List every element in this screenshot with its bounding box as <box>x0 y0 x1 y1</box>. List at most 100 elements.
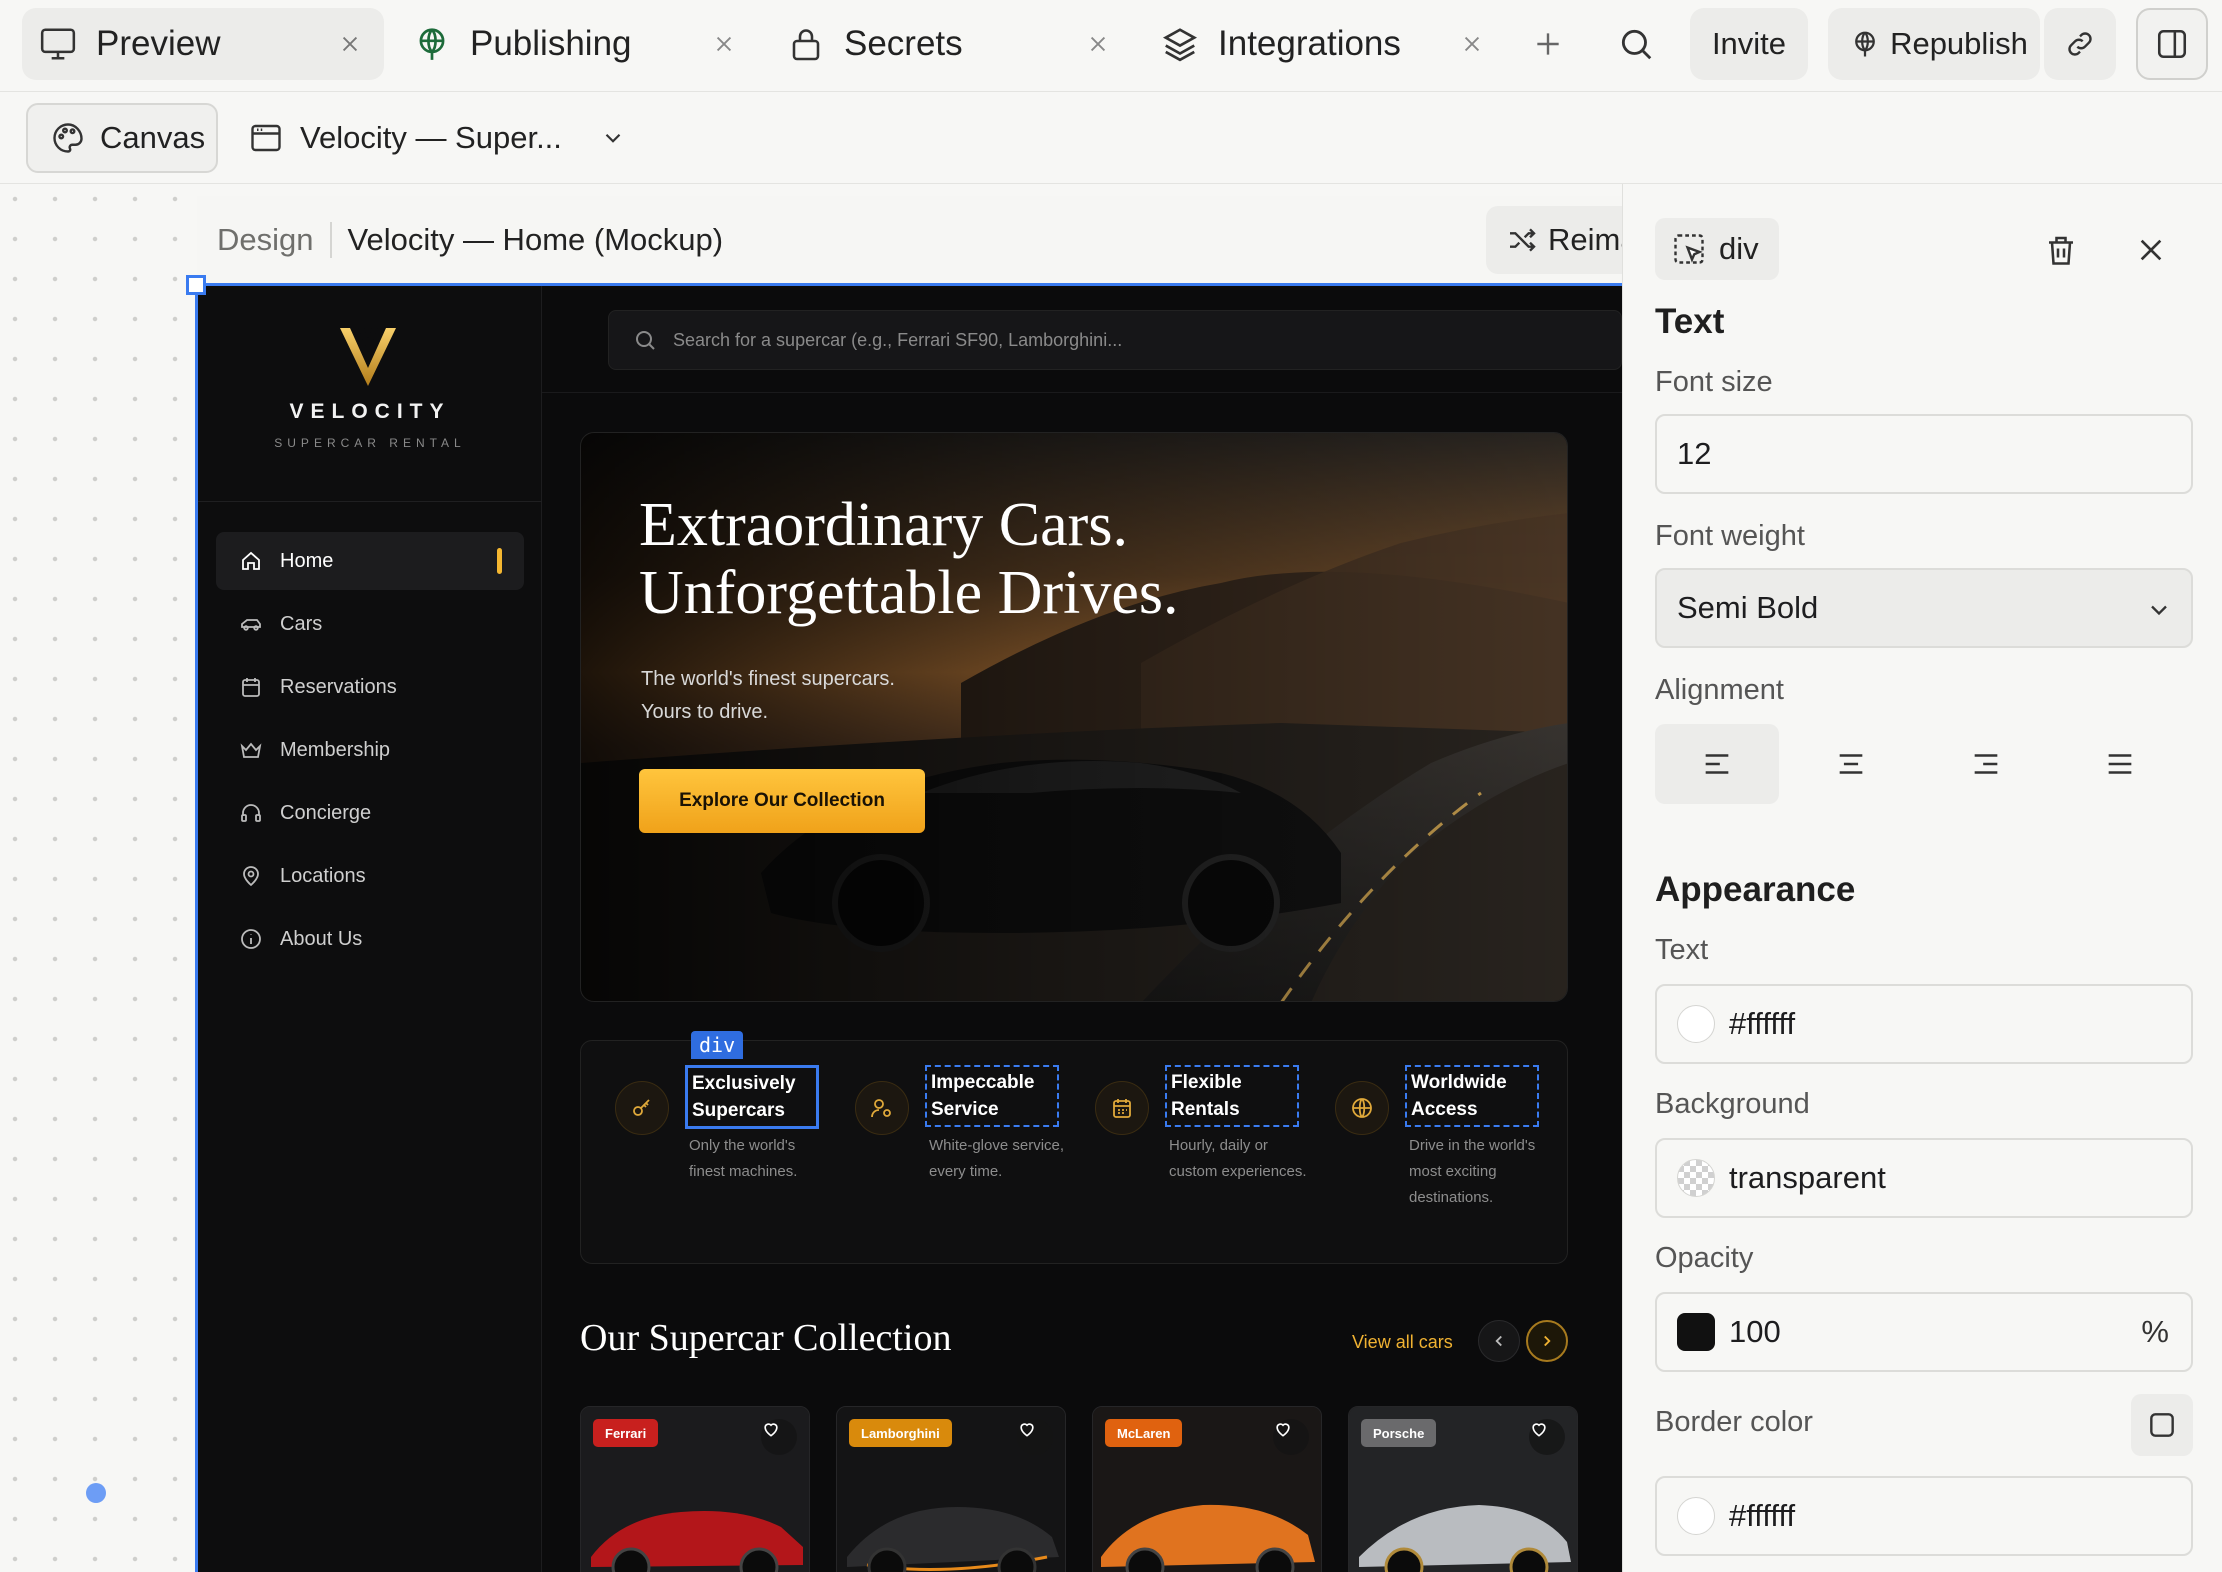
close-icon[interactable] <box>1458 30 1486 58</box>
site-sidebar: VELOCITY SUPERCAR RENTAL Home Cars Reser… <box>198 286 542 1572</box>
republish-button[interactable]: Republish <box>1828 8 2040 80</box>
website-mockup[interactable]: VELOCITY SUPERCAR RENTAL Home Cars Reser… <box>198 286 1622 1572</box>
favorite-button[interactable] <box>1529 1419 1565 1455</box>
feature-title[interactable]: Flexible Rentals <box>1165 1065 1299 1127</box>
toggle-panel-button[interactable] <box>2136 8 2208 80</box>
canvas-label: Canvas <box>100 120 206 155</box>
invite-button[interactable]: Invite <box>1690 8 1808 80</box>
align-left-button[interactable] <box>1655 724 1779 804</box>
hero-banner: Extraordinary Cars. Unforgettable Drives… <box>580 432 1568 1002</box>
feature-title[interactable]: Impeccable Service <box>925 1065 1059 1127</box>
hero-title-line: Unforgettable Drives. <box>639 559 1179 627</box>
opacity-input[interactable]: 100 % <box>1655 1292 2193 1372</box>
view-all-cars-link[interactable]: View all cars <box>1352 1332 1453 1353</box>
car-brand-badge: Ferrari <box>593 1419 659 1447</box>
background-color-input[interactable]: transparent <box>1655 1138 2193 1218</box>
headphones-icon <box>238 800 264 826</box>
nav-item-reservations[interactable]: Reservations <box>216 658 524 716</box>
plus-icon <box>1537 33 1559 55</box>
close-inspector-button[interactable] <box>2129 228 2173 272</box>
car-search-input[interactable]: Search for a supercar (e.g., Ferrari SF9… <box>608 310 1622 370</box>
car-card[interactable]: McLaren <box>1092 1406 1322 1572</box>
text-color-input[interactable]: #ffffff <box>1655 984 2193 1064</box>
car-icon <box>238 611 264 637</box>
nav-item-home[interactable]: Home <box>216 532 524 590</box>
active-indicator <box>497 548 502 574</box>
nav-item-cars[interactable]: Cars <box>216 595 524 653</box>
tab-label: Preview <box>96 24 221 63</box>
favorite-button[interactable] <box>761 1419 797 1455</box>
divider <box>542 392 1622 393</box>
layers-icon <box>1160 24 1200 64</box>
square-icon <box>2150 1413 2174 1437</box>
tab-integrations[interactable]: Integrations <box>1144 8 1506 80</box>
search-button[interactable] <box>1608 16 1664 72</box>
canvas-button[interactable]: Canvas <box>26 103 218 173</box>
carousel-next-button[interactable] <box>1526 1320 1568 1362</box>
align-right-button[interactable] <box>1924 724 2048 804</box>
align-left-icon <box>1705 754 1729 774</box>
car-card[interactable]: Ferrari <box>580 1406 810 1572</box>
border-toggle-button[interactable] <box>2131 1394 2193 1456</box>
crown-icon <box>238 737 264 763</box>
border-color-input[interactable]: #ffffff <box>1655 1476 2193 1556</box>
nav-item-membership[interactable]: Membership <box>216 721 524 779</box>
favorite-button[interactable] <box>1017 1419 1053 1455</box>
font-size-input[interactable]: 12 <box>1655 414 2193 494</box>
close-icon[interactable] <box>710 30 738 58</box>
align-center-button[interactable] <box>1790 724 1914 804</box>
hero-title-line: Extraordinary Cars. <box>639 491 1128 559</box>
heart-icon <box>1020 1423 1034 1437</box>
tab-secrets[interactable]: Secrets <box>770 8 1132 80</box>
features-strip: div Exclusively Supercars Only the world… <box>580 1031 1568 1264</box>
calendar-icon <box>238 674 264 700</box>
opacity-value: 100 <box>1729 1314 1781 1349</box>
breadcrumb-parent[interactable]: Design <box>217 222 314 258</box>
canvas-toolbar: Canvas Velocity — Super... <box>0 92 2222 184</box>
globe-icon <box>1850 29 1880 59</box>
tab-publishing[interactable]: Publishing <box>396 8 758 80</box>
element-tag-label: div <box>1719 231 1759 266</box>
alignment-label: Alignment <box>1655 674 1784 706</box>
new-tab-button[interactable] <box>1520 16 1576 72</box>
heart-icon <box>764 1423 778 1437</box>
font-weight-value: Semi Bold <box>1677 590 1819 625</box>
nav-item-locations[interactable]: Locations <box>216 847 524 905</box>
copy-link-button[interactable] <box>2044 8 2116 80</box>
color-swatch[interactable] <box>1677 1497 1715 1535</box>
feature-title[interactable]: Exclusively Supercars <box>685 1065 819 1129</box>
republish-label: Republish <box>1890 26 2028 61</box>
resize-handle[interactable] <box>186 275 206 295</box>
nav-item-concierge[interactable]: Concierge <box>216 784 524 842</box>
feature-title[interactable]: Worldwide Access <box>1405 1065 1539 1127</box>
explore-collection-button[interactable]: Explore Our Collection <box>639 769 925 833</box>
car-card[interactable]: Lamborghini <box>836 1406 1066 1572</box>
close-icon[interactable] <box>1084 30 1112 58</box>
delete-element-button[interactable] <box>2039 228 2083 272</box>
selected-element-chip[interactable]: div <box>1655 218 1779 280</box>
home-icon <box>238 548 264 574</box>
feature-desc: Drive in the world's most exciting desti… <box>1409 1137 1536 1206</box>
divider <box>198 501 542 502</box>
car-card[interactable]: Porsche <box>1348 1406 1578 1572</box>
color-swatch[interactable] <box>1677 1005 1715 1043</box>
carousel-prev-button[interactable] <box>1478 1320 1520 1362</box>
favorite-button[interactable] <box>1273 1419 1309 1455</box>
page-selector[interactable]: Velocity — Super... <box>248 103 626 173</box>
nav-label: Cars <box>280 612 323 635</box>
close-icon[interactable] <box>336 30 364 58</box>
chevron-left-icon <box>1495 1335 1502 1347</box>
nav-label: About Us <box>280 927 363 950</box>
calendar-icon <box>1095 1081 1149 1135</box>
selected-element-tag: div <box>691 1031 744 1059</box>
transparent-swatch[interactable] <box>1677 1159 1715 1197</box>
search-icon <box>633 328 657 352</box>
car-brand-badge: McLaren <box>1105 1419 1183 1447</box>
nav-item-about[interactable]: About Us <box>216 910 524 968</box>
tab-preview[interactable]: Preview <box>22 8 384 80</box>
top-tab-bar: Preview Publishing Secrets Integrations <box>0 0 2222 92</box>
font-weight-select[interactable]: Semi Bold <box>1655 568 2193 648</box>
text-color-value: #ffffff <box>1729 1006 1796 1041</box>
heart-icon <box>1532 1423 1546 1437</box>
align-justify-button[interactable] <box>2059 724 2183 804</box>
